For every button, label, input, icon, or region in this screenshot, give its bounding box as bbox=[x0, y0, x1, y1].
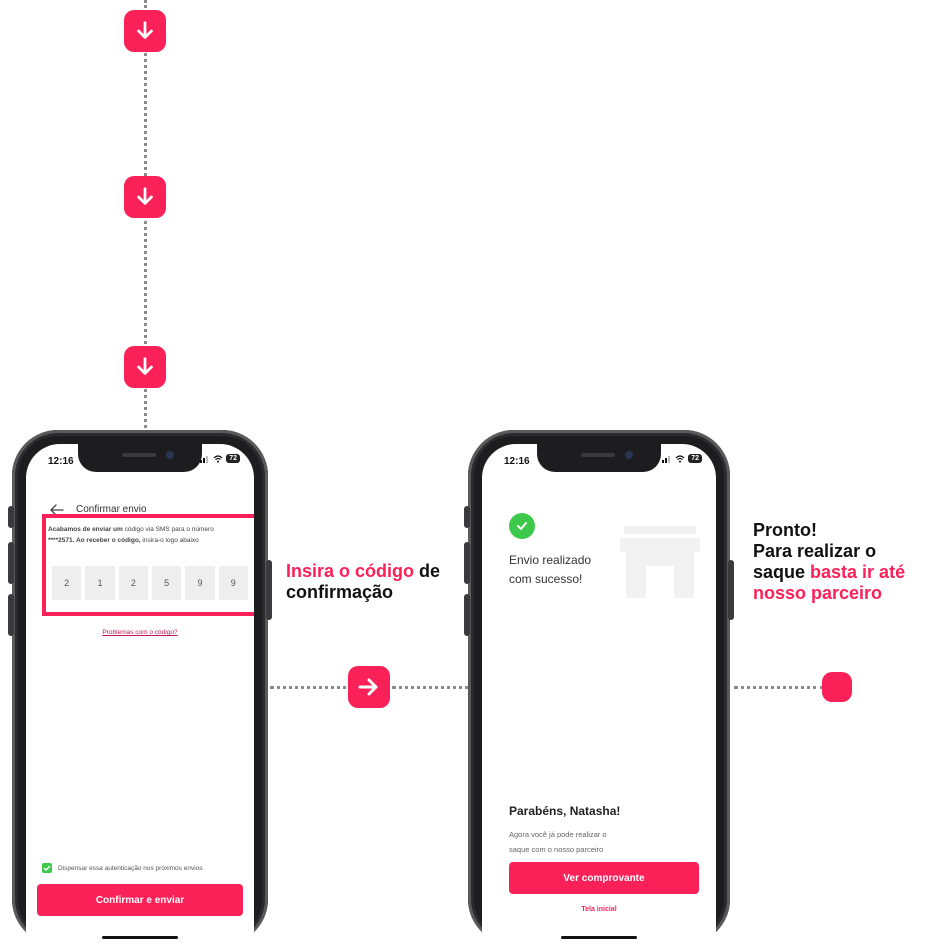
code-digit-input[interactable]: 1 bbox=[85, 566, 115, 600]
success-message: Envio realizado com sucesso! bbox=[509, 553, 592, 586]
battery-icon: 72 bbox=[688, 454, 702, 463]
horizontal-flow-line bbox=[392, 686, 476, 689]
step-caption-insert-code: Insira o código de confirmação bbox=[286, 561, 441, 602]
greeting-subtext: Agora você já pode realizar o saque com … bbox=[509, 830, 607, 854]
home-indicator bbox=[561, 936, 637, 939]
status-icons: 72 bbox=[200, 454, 240, 463]
arrow-down-icon bbox=[137, 187, 153, 205]
code-digit-input[interactable]: 2 bbox=[52, 566, 82, 600]
battery-icon: 72 bbox=[226, 454, 240, 463]
confirm-send-button[interactable]: Confirmar e enviar bbox=[37, 884, 243, 916]
code-digit-input[interactable]: 9 bbox=[185, 566, 215, 600]
arrow-down-icon bbox=[137, 357, 153, 375]
horizontal-flow-line bbox=[734, 686, 824, 689]
home-indicator bbox=[102, 936, 178, 939]
greeting-title: Parabéns, Natasha! bbox=[509, 804, 621, 818]
flow-step-badge bbox=[124, 10, 166, 52]
phone-mockup-success: 12:16 72 Envio realizado com sucesso! Pa… bbox=[464, 430, 734, 945]
status-icons: 72 bbox=[662, 454, 702, 463]
home-screen-link[interactable]: Tela inicial bbox=[482, 906, 716, 913]
store-icon bbox=[620, 526, 700, 598]
horizontal-flow-line bbox=[270, 686, 354, 689]
flow-step-badge bbox=[348, 666, 390, 708]
code-highlight-box: Acabamos de enviar um código via SMS par… bbox=[42, 514, 254, 616]
code-digit-input[interactable]: 9 bbox=[218, 566, 248, 600]
sms-instructions: Acabamos de enviar um código via SMS par… bbox=[48, 526, 214, 544]
arrow-right-icon bbox=[358, 678, 378, 696]
problems-link[interactable]: Problemas com o código? bbox=[26, 629, 254, 636]
flow-end-dot bbox=[822, 672, 852, 702]
checkbox-label: Dispensar essa autenticação nos próximos… bbox=[58, 864, 203, 872]
phone-mockup-confirm: 12:16 72 Confirmar envio Acabamos de env… bbox=[8, 430, 272, 945]
checkbox-checked-icon bbox=[42, 863, 52, 873]
view-receipt-button[interactable]: Ver comprovante bbox=[509, 862, 699, 894]
phone-screen: 12:16 72 Confirmar envio Acabamos de env… bbox=[26, 444, 254, 945]
code-digit-input[interactable]: 2 bbox=[118, 566, 148, 600]
status-time: 12:16 bbox=[48, 456, 74, 467]
step-caption-done: Pronto! Para realizar o saque basta ir a… bbox=[753, 520, 906, 603]
success-check-icon bbox=[509, 513, 535, 539]
status-time: 12:16 bbox=[504, 456, 530, 467]
arrow-down-icon bbox=[137, 21, 153, 39]
flow-step-badge bbox=[124, 176, 166, 218]
phone-notch bbox=[537, 444, 661, 472]
code-digit-input[interactable]: 5 bbox=[151, 566, 182, 600]
dispense-auth-checkbox[interactable]: Dispensar essa autenticação nos próximos… bbox=[42, 863, 203, 873]
wifi-icon bbox=[675, 454, 685, 463]
phone-screen: 12:16 72 Envio realizado com sucesso! Pa… bbox=[482, 444, 716, 945]
flow-step-badge bbox=[124, 346, 166, 388]
signal-icon bbox=[200, 455, 209, 463]
signal-icon bbox=[662, 455, 671, 463]
wifi-icon bbox=[213, 454, 223, 463]
code-digits: 2 1 2 5 9 9 bbox=[52, 566, 248, 600]
phone-notch bbox=[78, 444, 202, 472]
